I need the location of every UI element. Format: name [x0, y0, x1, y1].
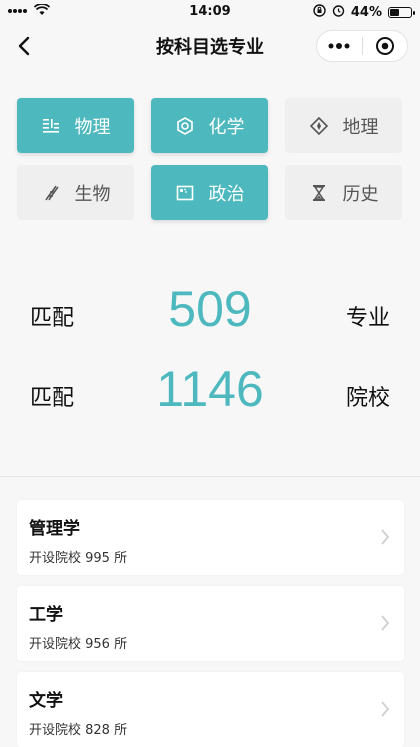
more-button[interactable]	[317, 31, 362, 61]
chevron-right-icon	[381, 615, 390, 631]
back-button[interactable]	[10, 32, 38, 60]
major-list: 管理学 开设院校 995 所 工学 开设院校 956 所 文学 开设院校 828…	[17, 500, 404, 747]
clock: 14:09	[189, 4, 231, 19]
major-name: 工学	[29, 605, 63, 625]
match-stats: 匹配 509 专业 匹配 1146 院校	[0, 270, 420, 430]
school-count-text: 开设院校 956 所	[29, 637, 128, 652]
chemistry-icon	[176, 116, 193, 135]
subject-label: 生物	[74, 183, 111, 205]
status-bar: 14:09 44%	[0, 0, 420, 24]
major-match-row: 匹配 509 专业	[0, 270, 420, 350]
school-count-text: 开设院校 828 所	[29, 723, 128, 738]
subject-history[interactable]: 历史	[285, 165, 402, 220]
section-divider	[0, 476, 420, 477]
chevron-right-icon	[381, 701, 390, 717]
more-dots-icon	[328, 43, 350, 49]
subject-label: 地理	[342, 116, 379, 138]
list-item[interactable]: 工学 开设院校 956 所	[17, 586, 404, 661]
school-count-text: 开设院校 995 所	[29, 551, 128, 566]
physics-icon	[42, 118, 59, 133]
battery-fill	[390, 8, 399, 16]
subject-label: 化学	[208, 116, 245, 138]
subject-chemistry[interactable]: 化学	[151, 98, 268, 153]
subject-label: 物理	[74, 116, 111, 138]
history-icon	[312, 184, 325, 201]
list-item[interactable]: 文学 开设院校 828 所	[17, 672, 404, 747]
biology-icon	[44, 185, 59, 200]
subject-grid: 物理 化学 地理 生物 政治 历史	[17, 98, 405, 220]
subject-biology[interactable]: 生物	[17, 165, 134, 220]
page-title: 按科目选专业	[156, 37, 264, 58]
geography-icon	[309, 116, 328, 135]
chevron-right-icon	[381, 529, 390, 545]
list-item[interactable]: 管理学 开设院校 995 所	[17, 500, 404, 575]
miniprogram-capsule	[316, 30, 408, 62]
major-unit: 专业	[345, 306, 390, 331]
subject-label: 政治	[208, 183, 245, 205]
chevron-left-icon	[18, 36, 30, 56]
subject-politics[interactable]: 政治	[151, 165, 268, 220]
nav-bar: 按科目选专业	[0, 24, 420, 68]
subject-physics[interactable]: 物理	[17, 98, 134, 153]
school-match-row: 匹配 1146 院校	[0, 350, 420, 430]
close-miniprogram-button[interactable]	[363, 31, 408, 61]
school-unit: 院校	[345, 386, 390, 411]
subject-geography[interactable]: 地理	[285, 98, 402, 153]
major-name: 管理学	[29, 519, 80, 539]
target-circle-icon	[375, 37, 394, 55]
subject-label: 历史	[342, 183, 379, 205]
battery-icon	[388, 6, 415, 18]
major-name: 文学	[29, 691, 63, 711]
politics-icon	[176, 185, 193, 200]
